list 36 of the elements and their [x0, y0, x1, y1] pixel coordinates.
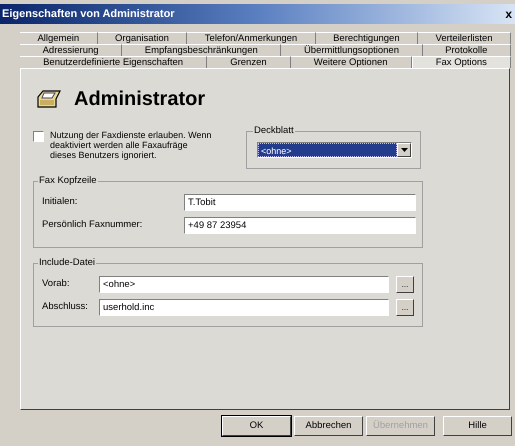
dialog-button[interactable]: Hille [443, 416, 512, 436]
user-name-heading: Administrator [74, 89, 206, 109]
field-label: Initialen: [42, 195, 78, 210]
dialog-button[interactable]: OK [222, 416, 291, 436]
browse-button[interactable]: ... [396, 299, 414, 316]
groupbox-title: Fax Kopfzeile [38, 175, 98, 187]
window-title: Eigenschaften von Administrator [2, 6, 175, 22]
fax-tray-icon [36, 89, 62, 109]
input-field[interactable]: T.Tobit [184, 194, 416, 211]
browse-button[interactable]: ... [396, 276, 414, 293]
tab[interactable]: Grenzen [207, 56, 291, 68]
dropdown-value: <ohne> [258, 143, 397, 157]
tab[interactable]: Allgemein [20, 32, 98, 44]
tab[interactable]: Fax Options [412, 56, 512, 68]
caret-icon [400, 148, 408, 152]
tab[interactable]: Benutzerdefinierte Eigenschaften [20, 56, 208, 68]
tab[interactable]: Übermittlungsoptionen [281, 44, 423, 56]
dropdown[interactable]: <ohne> [257, 142, 412, 158]
field-label: Vorab: [42, 277, 70, 292]
dropdown-arrow-button[interactable] [397, 143, 411, 157]
input-field[interactable]: userhold.inc [99, 299, 389, 316]
tab[interactable]: Telefon/Anmerkungen [187, 32, 316, 44]
checkbox[interactable] [33, 131, 44, 142]
tab[interactable]: Empfangsbeschränkungen [122, 44, 282, 56]
tab[interactable]: Berechtigungen [316, 32, 418, 44]
field-label: Abschluss: [42, 300, 89, 314]
field-label: Persönlich Faxnummer: [42, 218, 144, 232]
checkbox-label: Nutzung der Faxdienste erlauben. Wenn deaktiviert werden alle Faxaufräge dieses Benutzers ignoriert. [50, 130, 212, 160]
input-field[interactable]: +49 87 23954 [184, 217, 416, 234]
input-field[interactable]: <ohne> [99, 276, 389, 293]
tab[interactable]: Verteilerlisten [418, 32, 511, 44]
tab[interactable]: Weitere Optionen [290, 56, 412, 68]
close-button[interactable]: x [504, 8, 513, 20]
dialog-button[interactable]: Abbrechen [294, 416, 363, 436]
tab[interactable]: Adressierung [20, 44, 122, 56]
tab[interactable]: Protokolle [422, 44, 512, 56]
